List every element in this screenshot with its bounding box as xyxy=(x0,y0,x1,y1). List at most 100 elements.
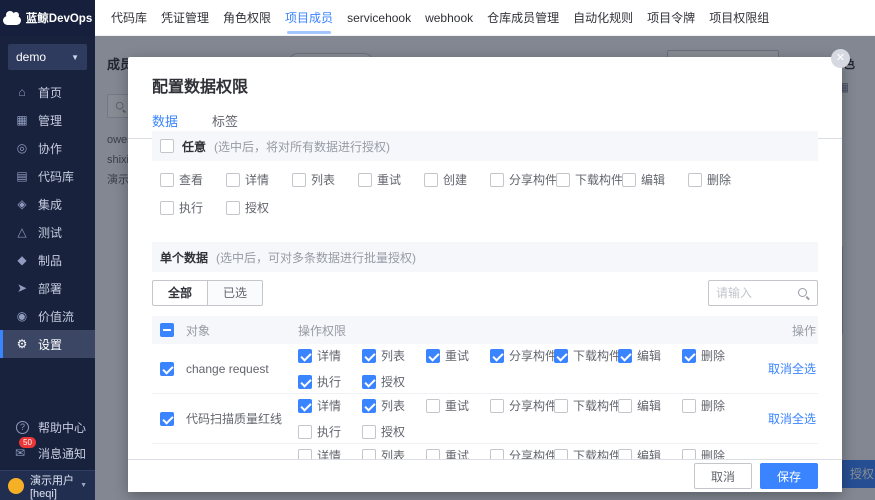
permission-option[interactable]: 重试 xyxy=(358,171,424,188)
permission-option[interactable]: 详情 xyxy=(298,397,362,414)
toggle-select-all-link[interactable]: 取消全选 xyxy=(768,412,816,426)
nav-item-8[interactable]: 自动化规则 xyxy=(573,0,633,36)
permission-option[interactable]: 查看 xyxy=(160,171,226,188)
checkbox[interactable] xyxy=(618,398,632,413)
checkbox[interactable] xyxy=(160,361,174,376)
permission-option[interactable]: 授权 xyxy=(362,373,426,390)
permission-option[interactable]: 执行 xyxy=(298,423,362,440)
checkbox[interactable] xyxy=(362,374,376,389)
checkbox[interactable] xyxy=(362,348,376,363)
checkbox[interactable] xyxy=(426,398,440,413)
filter-all-button[interactable]: 全部 xyxy=(152,280,209,306)
checkbox[interactable] xyxy=(160,411,174,426)
permission-option[interactable]: 列表 xyxy=(292,171,358,188)
checkbox[interactable] xyxy=(426,448,440,459)
permission-option[interactable]: 编辑 xyxy=(618,447,682,459)
permission-option[interactable]: 授权 xyxy=(362,423,426,440)
checkbox[interactable] xyxy=(362,448,376,459)
checkbox[interactable] xyxy=(160,172,174,187)
sidebar-item-1[interactable]: ⌂ 首页 xyxy=(0,78,95,106)
permission-option[interactable]: 执行 xyxy=(160,199,226,216)
nav-item-7[interactable]: 仓库成员管理 xyxy=(487,0,559,36)
permission-option[interactable]: 下载构件 xyxy=(556,171,623,188)
permission-option[interactable]: 执行 xyxy=(298,373,362,390)
permission-option[interactable]: 重试 xyxy=(426,397,490,414)
checkbox[interactable] xyxy=(556,172,570,187)
nav-item-2[interactable]: 凭证管理 xyxy=(161,0,209,36)
permission-option[interactable]: 列表 xyxy=(362,347,426,364)
permission-option[interactable]: 删除 xyxy=(682,447,746,459)
checkbox[interactable] xyxy=(426,348,440,363)
sidebar-item-8[interactable]: ➤ 部署 xyxy=(0,274,95,302)
checkbox[interactable] xyxy=(226,172,240,187)
checkbox[interactable] xyxy=(490,448,504,459)
sidebar-item-5[interactable]: ◈ 集成 xyxy=(0,190,95,218)
table-search-input[interactable] xyxy=(716,286,797,300)
sidebar-item-7[interactable]: ◆ 制品 xyxy=(0,246,95,274)
checkbox[interactable] xyxy=(688,172,702,187)
nav-item-3[interactable]: 角色权限 xyxy=(223,0,271,36)
permission-option[interactable]: 详情 xyxy=(298,447,362,459)
checkbox[interactable] xyxy=(298,398,312,413)
nav-item-5[interactable]: servicehook xyxy=(347,0,411,36)
sidebar-item-10[interactable]: ⚙ 设置 xyxy=(0,330,95,358)
table-search[interactable] xyxy=(708,280,818,306)
permission-option[interactable]: 创建 xyxy=(424,171,490,188)
permission-option[interactable]: 授权 xyxy=(226,199,292,216)
sidebar-item-4[interactable]: ▤ 代码库 xyxy=(0,162,95,190)
nav-item-6[interactable]: webhook xyxy=(425,0,473,36)
select-all-checkbox[interactable] xyxy=(160,323,174,337)
checkbox[interactable] xyxy=(490,172,504,187)
permission-option[interactable]: 编辑 xyxy=(622,171,688,188)
user-menu[interactable]: 演示用户[heqi] ▼ xyxy=(0,470,95,500)
permission-option[interactable]: 删除 xyxy=(688,171,754,188)
checkbox[interactable] xyxy=(618,348,632,363)
permission-option[interactable]: 分享构件 xyxy=(490,171,557,188)
checkbox[interactable] xyxy=(160,200,174,215)
checkbox[interactable] xyxy=(292,172,306,187)
checkbox[interactable] xyxy=(298,348,312,363)
checkbox[interactable] xyxy=(554,348,568,363)
nav-item-9[interactable]: 项目令牌 xyxy=(647,0,695,36)
sidebar-item-notifications[interactable]: ✉ 50 消息通知 xyxy=(0,437,95,466)
permission-option[interactable]: 分享构件 xyxy=(490,447,557,459)
sidebar-item-2[interactable]: ▦ 管理 xyxy=(0,106,95,134)
checkbox[interactable] xyxy=(298,424,312,439)
checkbox[interactable] xyxy=(554,398,568,413)
checkbox[interactable] xyxy=(490,348,504,363)
checkbox[interactable] xyxy=(490,398,504,413)
checkbox[interactable] xyxy=(226,200,240,215)
permission-option[interactable]: 重试 xyxy=(426,447,490,459)
sidebar-item-3[interactable]: ◎ 协作 xyxy=(0,134,95,162)
permission-option[interactable]: 删除 xyxy=(682,347,746,364)
permission-option[interactable]: 下载构件 xyxy=(554,447,621,459)
permission-option[interactable]: 详情 xyxy=(298,347,362,364)
project-select[interactable]: demo ▼ xyxy=(8,44,87,70)
checkbox[interactable] xyxy=(298,374,312,389)
nav-item-1[interactable]: 代码库 xyxy=(111,0,147,36)
close-icon[interactable]: ✕ xyxy=(831,49,850,68)
permission-option[interactable]: 下载构件 xyxy=(554,347,621,364)
filter-selected-button[interactable]: 已选 xyxy=(207,280,264,306)
permission-option[interactable]: 列表 xyxy=(362,447,426,459)
checkbox[interactable] xyxy=(358,172,372,187)
permission-option[interactable]: 编辑 xyxy=(618,397,682,414)
permission-option[interactable]: 编辑 xyxy=(618,347,682,364)
permission-option[interactable]: 详情 xyxy=(226,171,292,188)
permission-option[interactable]: 下载构件 xyxy=(554,397,621,414)
permission-option[interactable]: 删除 xyxy=(682,397,746,414)
save-button[interactable]: 保存 xyxy=(759,463,818,489)
permission-option[interactable]: 列表 xyxy=(362,397,426,414)
checkbox[interactable] xyxy=(682,398,696,413)
sidebar-item-9[interactable]: ◉ 价值流 xyxy=(0,302,95,330)
checkbox[interactable] xyxy=(618,448,632,459)
checkbox[interactable] xyxy=(554,448,568,459)
cancel-button[interactable]: 取消 xyxy=(693,463,752,489)
checkbox[interactable] xyxy=(622,172,636,187)
sidebar-item-6[interactable]: △ 测试 xyxy=(0,218,95,246)
permission-option[interactable]: 重试 xyxy=(426,347,490,364)
any-data-checkbox[interactable] xyxy=(160,139,174,153)
permission-option[interactable]: 分享构件 xyxy=(490,397,557,414)
checkbox[interactable] xyxy=(362,424,376,439)
sidebar-item-help[interactable]: ? 帮助中心 xyxy=(0,414,95,440)
